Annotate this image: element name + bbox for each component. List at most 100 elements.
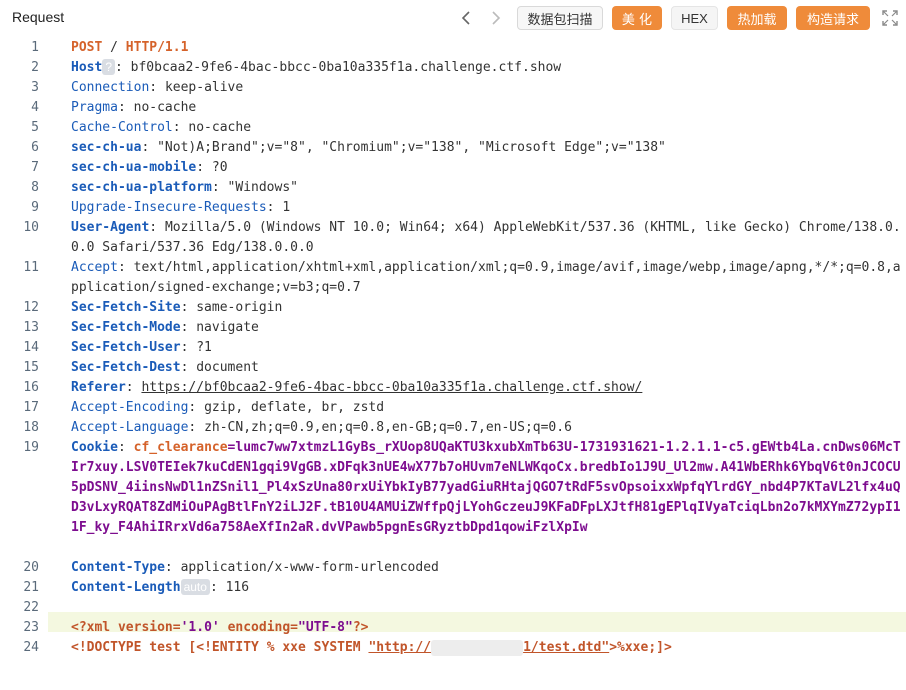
header-value: no-cache [188,120,252,135]
cookie-name: cf_clearance [133,440,228,455]
help-badge[interactable]: ? [102,59,115,75]
header-key: sec-ch-ua-platform [71,180,212,195]
beautify-button[interactable]: 美 化 [612,6,662,30]
xml-attr-value: '1.0' [180,620,220,635]
request-editor[interactable]: 1 2 3 4 5 6 7 8 9 10 11 12 13 14 15 16 1… [0,36,906,690]
header-key: Cache-Control [71,120,173,135]
dtd-url-start[interactable]: "http:// [368,640,431,655]
header-sec-fetch-mode: Sec-Fetch-Mode: navigate [71,320,259,335]
header-key: Sec-Fetch-Site [71,300,181,315]
header-value: same-origin [196,300,283,315]
http-version: HTTP/1.1 [125,40,189,55]
header-value: text/html,application/xhtml+xml,applicat… [71,260,901,295]
header-referer: Referer: https://bf0bcaa2-9fe6-4bac-bbcc… [71,380,643,395]
header-value: application/x-www-form-urlencoded [180,560,439,575]
header-value: "Windows" [227,180,298,195]
entity-percent: % [266,640,275,655]
line-number: 13 [23,320,39,335]
header-key: Content-Type [71,560,165,575]
auto-badge[interactable]: auto [180,579,210,595]
header-key: sec-ch-ua-mobile [71,160,197,175]
header-key: Sec-Fetch-User [71,340,181,355]
chevron-right-icon[interactable] [484,6,508,30]
request-line: POST / HTTP/1.1 [71,38,901,58]
request-header: Request 数据包扫描 美 化 HEX 热加载 构造请求 [0,0,906,36]
line-number: 14 [23,340,39,355]
line-number: 5 [31,120,39,135]
line-number: 3 [31,80,39,95]
header-key: Sec-Fetch-Mode [71,320,181,335]
referer-link[interactable]: https://bf0bcaa2-9fe6-4bac-bbcc-0ba10a33… [141,380,642,395]
entity-system: SYSTEM [313,640,361,655]
expand-icon[interactable] [881,9,899,27]
header-key: sec-ch-ua [71,140,142,155]
header-value: 116 [225,580,250,595]
header-value: 1 [282,200,291,215]
line-number: 7 [31,160,39,175]
line-number: 6 [31,140,39,155]
doctype-tail: >%xxe;]> [609,640,672,655]
header-value: document [196,360,259,375]
header-pragma: Pragma: no-cache [71,100,197,115]
doctype-line: <!DOCTYPE test [<!ENTITY % xxe SYSTEM "h… [71,638,901,658]
header-key: Referer [71,380,126,395]
header-key: Accept-Language [71,420,189,435]
header-sec-fetch-user: Sec-Fetch-User: ?1 [71,340,212,355]
line-number: 17 [23,400,39,415]
line-number: 9 [31,200,39,215]
entity-name: xxe [282,640,306,655]
scan-packet-button[interactable]: 数据包扫描 [517,6,603,30]
line-number: 1 [31,40,39,55]
header-value: gzip, deflate, br, zstd [204,400,385,415]
xml-declaration: <?xml version='1.0' encoding="UTF-8"?> [71,618,901,638]
line-number: 11 [23,260,39,275]
build-request-button[interactable]: 构造请求 [796,6,870,30]
header-value: navigate [196,320,259,335]
header-sec-fetch-site: Sec-Fetch-Site: same-origin [71,300,283,315]
header-key: Upgrade-Insecure-Requests [71,200,267,215]
header-value: bf0bcaa2-9fe6-4bac-bbcc-0ba10a335f1a.cha… [130,60,562,75]
header-key: Cookie [71,440,118,455]
dtd-url-end[interactable]: 1/test.dtd" [523,640,609,655]
header-cache-control: Cache-Control: no-cache [71,120,252,135]
header-key: Accept-Encoding [71,400,189,415]
header-key: User-Agent [71,220,150,235]
header-accept: Accept: text/html,application/xhtml+xml,… [71,260,901,295]
line-number: 22 [23,600,39,615]
doctype-open: <!DOCTYPE [71,640,142,655]
hot-load-button[interactable]: 热加载 [727,6,787,30]
header-user-agent: User-Agent: Mozilla/5.0 (Windows NT 10.0… [71,220,901,255]
line-number: 2 [31,60,39,75]
xml-attr: encoding= [227,620,299,635]
header-value: no-cache [133,100,197,115]
line-number: 10 [23,220,39,235]
header-value: zh-CN,zh;q=0.9,en;q=0.8,en-GB;q=0.7,en-U… [204,420,572,435]
header-accept-encoding: Accept-Encoding: gzip, deflate, br, zstd [71,400,385,415]
request-path: / [110,40,118,55]
header-content-type: Content-Type: application/x-www-form-url… [71,560,439,575]
header-upgrade-insecure: Upgrade-Insecure-Requests: 1 [71,200,291,215]
line-number: 8 [31,180,39,195]
header-key: Accept [71,260,118,275]
xml-attr: version= [117,620,181,635]
header-value: "Not)A;Brand";v="8", "Chromium";v="138",… [157,140,666,155]
doctype-name: test [149,640,181,655]
redacted-host [431,639,524,656]
line-number: 24 [23,640,39,655]
line-number-gutter: 1 2 3 4 5 6 7 8 9 10 11 12 13 14 15 16 1… [0,36,48,690]
line-number: 21 [23,580,39,595]
xml-close-tag: ?> [352,620,369,635]
line-number: 20 [23,560,39,575]
hex-button[interactable]: HEX [671,6,718,30]
header-connection: Connection: keep-alive [71,80,244,95]
line-number: 16 [23,380,39,395]
header-sec-fetch-dest: Sec-Fetch-Dest: document [71,360,259,375]
panel-title: Request [12,9,65,25]
header-cookie: Cookie: cf_clearance=lumc7ww7xtmzL1GyBs_… [71,440,901,535]
chevron-left-icon[interactable] [454,6,478,30]
header-key: Pragma [71,100,118,115]
header-sec-ch-ua-platform: sec-ch-ua-platform: "Windows" [71,180,298,195]
header-value: keep-alive [164,80,244,95]
xml-attr-value: "UTF-8" [298,620,353,635]
header-key: Connection [71,80,150,95]
